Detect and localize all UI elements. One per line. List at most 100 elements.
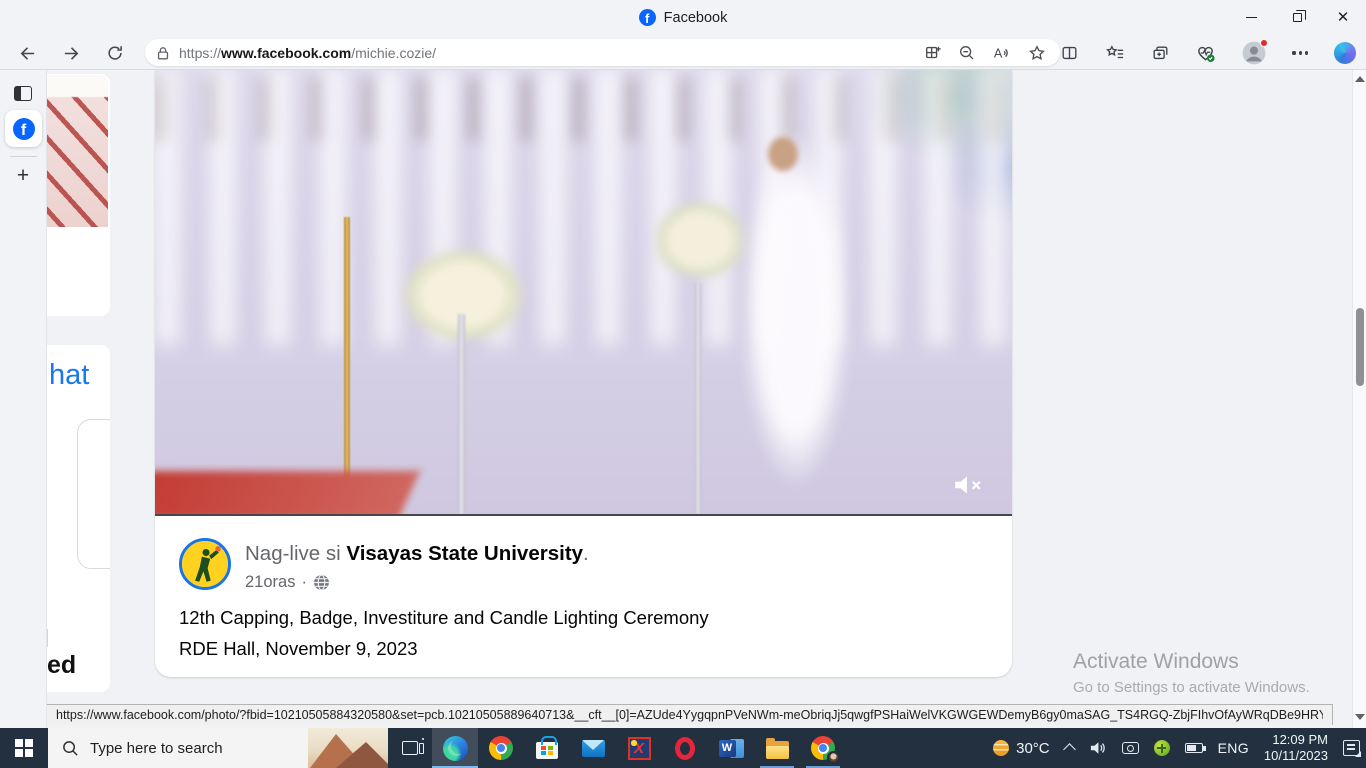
edge-icon — [443, 736, 468, 761]
page-name-link[interactable]: Visayas State University — [346, 542, 583, 565]
browser-titlebar: f Facebook ✕ — [0, 0, 1366, 35]
search-icon — [62, 740, 79, 757]
start-button[interactable] — [0, 728, 48, 768]
file-explorer-icon — [766, 741, 789, 759]
minimize-button[interactable] — [1228, 0, 1274, 35]
restore-button[interactable] — [1274, 0, 1320, 35]
svg-text:A: A — [994, 46, 1003, 60]
microsoft-store-icon — [536, 742, 558, 759]
forward-button[interactable] — [57, 39, 85, 67]
lock-icon — [155, 45, 171, 61]
scrollbar-thumb[interactable] — [1356, 308, 1364, 386]
partial-post-card-top[interactable] — [47, 74, 110, 316]
mute-button[interactable] — [952, 472, 986, 500]
split-screen-icon[interactable] — [1060, 44, 1079, 62]
windows-logo-icon — [15, 739, 33, 757]
forward-icon — [62, 44, 81, 63]
video-gold-candlestick — [344, 217, 350, 492]
post-body-line1: 12th Capping, Badge, Investiture and Can… — [179, 607, 709, 629]
minimize-icon — [1246, 17, 1257, 18]
favorite-star-icon[interactable] — [1028, 44, 1046, 62]
mail-icon — [582, 740, 605, 757]
muted-speaker-icon — [952, 472, 984, 498]
tab-divider — [10, 156, 37, 157]
page-avatar[interactable] — [179, 538, 231, 590]
scroll-down-arrow[interactable] — [1355, 714, 1365, 720]
task-view-button[interactable] — [388, 728, 432, 768]
word-icon — [719, 737, 744, 760]
facebook-tab-favicon-icon: f — [13, 118, 35, 140]
language-indicator[interactable]: ENG — [1218, 740, 1249, 756]
profile-button[interactable] — [1242, 41, 1266, 65]
facebook-page-content: hat l ed — [47, 70, 1352, 728]
partial-text-fragment: l — [47, 625, 49, 654]
close-button[interactable]: ✕ — [1320, 0, 1366, 35]
tab-actions-menu-icon[interactable] — [14, 86, 32, 101]
volume-icon[interactable] — [1089, 740, 1107, 756]
close-icon: ✕ — [1337, 10, 1350, 25]
desktop-screen: f Facebook ✕ https://www.facebook.com/mi… — [0, 0, 1366, 768]
taskbar-app-file-explorer[interactable] — [754, 728, 800, 768]
video-people-in-white — [155, 70, 1012, 345]
system-tray: 30°C ENG 12:09 PM 10/11/2023 — [993, 728, 1360, 768]
windows-taskbar: Type here to search — [0, 728, 1366, 768]
partial-text-fragment: ed — [47, 651, 76, 680]
action-center-icon[interactable] — [1343, 740, 1360, 756]
zoom-out-indicator-icon[interactable] — [958, 44, 976, 62]
tray-expand-chevron-icon[interactable] — [1063, 743, 1076, 756]
profile-notification-dot — [1260, 39, 1268, 47]
browser-toolbar: https://www.facebook.com/michie.cozie/ A — [0, 35, 1366, 70]
read-aloud-icon[interactable]: A — [992, 44, 1012, 62]
back-button[interactable] — [13, 39, 41, 67]
taskbar-app-word[interactable] — [708, 728, 754, 768]
video-red-carpet — [155, 471, 420, 516]
search-placeholder-text: Type here to search — [90, 740, 223, 757]
post-meta: 21oras · — [245, 573, 330, 592]
collections-icon[interactable] — [1151, 44, 1170, 62]
url-text: https://www.facebook.com/michie.cozie/ — [179, 45, 924, 61]
clock-date: 10/11/2023 — [1264, 748, 1328, 764]
post-timestamp[interactable]: 21oras — [245, 573, 295, 592]
vertical-tab-strip: f + — [0, 70, 47, 728]
active-tab-facebook[interactable]: f — [5, 110, 42, 147]
activate-windows-watermark: Activate Windows Go to Settings to activ… — [1073, 650, 1310, 696]
battery-icon[interactable] — [1185, 743, 1203, 753]
taskbar-app-store[interactable] — [524, 728, 570, 768]
grid-plus-icon[interactable] — [924, 44, 942, 62]
post-header: Nag-live si Visayas State University. — [245, 542, 589, 566]
video-woman-face — [768, 137, 798, 171]
new-tab-button[interactable]: + — [13, 166, 33, 186]
refresh-button[interactable] — [101, 39, 129, 67]
partial-link[interactable]: hat — [49, 359, 89, 392]
page-scrollbar[interactable] — [1352, 70, 1366, 728]
taskbar-app-chrome-profile[interactable] — [800, 728, 846, 768]
weather-sun-icon — [993, 740, 1009, 756]
weather-temperature: 30°C — [1016, 740, 1050, 757]
post-card: Nag-live si Visayas State University. 21… — [155, 70, 1012, 677]
globe-privacy-icon — [313, 574, 330, 591]
taskbar-clock[interactable]: 12:09 PM 10/11/2023 — [1264, 732, 1328, 764]
post-video[interactable] — [155, 70, 1012, 516]
video-flower-stand-left — [458, 314, 465, 514]
taskbar-search-box[interactable]: Type here to search — [48, 728, 388, 768]
meet-now-icon[interactable] — [1122, 742, 1139, 754]
partial-post-card-bottom[interactable]: hat l ed — [47, 345, 110, 692]
clock-time: 12:09 PM — [1264, 732, 1328, 748]
address-bar[interactable]: https://www.facebook.com/michie.cozie/ A — [145, 39, 1060, 66]
favorites-list-icon[interactable] — [1105, 44, 1125, 62]
browser-essentials-icon[interactable] — [1196, 44, 1216, 63]
taskbar-app-chrome[interactable] — [478, 728, 524, 768]
chrome-icon — [489, 736, 513, 760]
facebook-favicon-icon: f — [639, 9, 656, 26]
back-icon — [18, 44, 37, 63]
copilot-icon[interactable] — [1334, 42, 1356, 64]
taskbar-app-edge[interactable] — [432, 728, 478, 768]
settings-more-button[interactable] — [1292, 51, 1308, 54]
weather-widget[interactable]: 30°C — [993, 740, 1050, 757]
taskbar-app-x-utility[interactable] — [616, 728, 662, 768]
taskbar-app-opera[interactable] — [662, 728, 708, 768]
scroll-up-arrow[interactable] — [1355, 76, 1365, 82]
window-title: f Facebook — [0, 0, 1366, 35]
taskbar-app-mail[interactable] — [570, 728, 616, 768]
green-tray-icon[interactable] — [1154, 740, 1170, 756]
